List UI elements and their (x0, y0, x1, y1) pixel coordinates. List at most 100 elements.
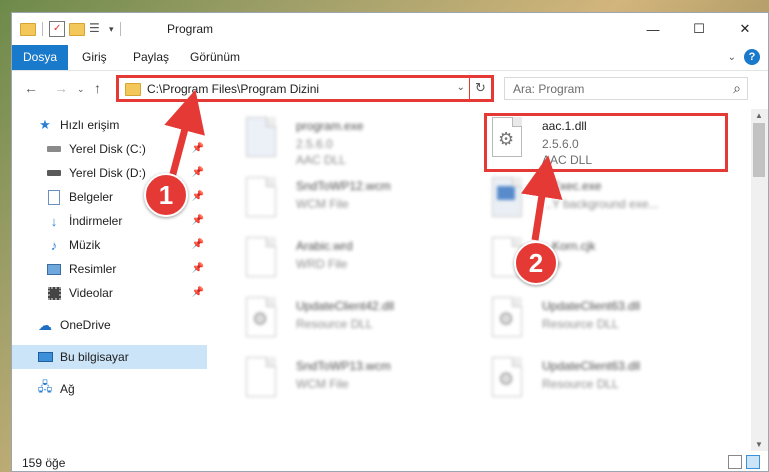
computer-icon (37, 349, 53, 365)
vertical-scrollbar[interactable]: ▲ ▼ (751, 109, 768, 451)
file-name: ...Exec.exe (542, 179, 602, 193)
close-button[interactable]: ✕ (722, 13, 768, 45)
file-item[interactable]: ...Exec.exe ...Y background exe... (492, 173, 732, 227)
divider (42, 22, 43, 36)
sidebar-item-label: Ağ (60, 382, 75, 396)
search-placeholder: Ara: Program (513, 82, 585, 96)
sidebar-item-this-pc[interactable]: Bu bilgisayar (12, 345, 207, 369)
dll-file-icon: ⚙ (492, 297, 528, 341)
step-marker-2: 2 (514, 241, 558, 285)
sidebar-item-label: Müzik (69, 238, 101, 252)
pin-icon[interactable]: 📌 (192, 191, 204, 202)
pin-icon[interactable]: 📌 (192, 167, 204, 178)
star-icon: ★ (39, 117, 51, 132)
sidebar-item-label: İndirmeler (69, 214, 123, 228)
file-type: ...Y background exe... (542, 197, 659, 211)
application-icon (492, 177, 528, 221)
customize-icon[interactable]: ☰ (89, 21, 105, 37)
file-name: Arabic.wrd (296, 239, 353, 253)
title-bar: ✓ ☰ ▾ Program — ☐ ✕ (12, 13, 768, 45)
ribbon: Dosya Giriş Paylaş Görünüm ⌄ ? (12, 45, 768, 71)
pictures-icon (46, 261, 62, 277)
sidebar-item-onedrive[interactable]: ☁ OneDrive (12, 313, 207, 337)
forward-arrow-icon[interactable]: → (54, 80, 68, 96)
back-arrow-icon[interactable]: ← (24, 80, 38, 96)
tab-home[interactable]: Giriş (82, 45, 107, 70)
minimize-button[interactable]: — (630, 13, 676, 45)
divider (119, 22, 121, 36)
file-name: program.exe (296, 119, 364, 133)
file-type: Resource DLL (542, 377, 619, 391)
pin-icon[interactable]: 📌 (192, 263, 204, 274)
tab-file[interactable]: Dosya (12, 45, 68, 70)
address-path[interactable]: C:\Program Files\Program Dizini (147, 82, 319, 96)
scroll-up-icon[interactable]: ▲ (755, 111, 763, 120)
pin-icon[interactable]: 📌 (192, 287, 204, 298)
address-bar[interactable]: C:\Program Files\Program Dizini ⌄ ↻ (116, 75, 494, 102)
navigation-pane: ★ Hızlı erişim Yerel Disk (C:) 📌 Yerel D… (12, 109, 207, 451)
sidebar-item-label: Resimler (69, 262, 117, 276)
drive-icon (46, 165, 62, 181)
tab-view[interactable]: Görünüm (190, 45, 240, 70)
maximize-button[interactable]: ☐ (676, 13, 722, 45)
search-icon[interactable]: ⌕ (733, 80, 741, 97)
tiles-view-icon[interactable] (746, 455, 760, 469)
file-item[interactable]: ⚙ UpdateClient63.dll Resource DLL (492, 293, 732, 347)
explorer-window: ✓ ☰ ▾ Program — ☐ ✕ Dosya Giriş Paylaş G… (11, 12, 769, 472)
download-icon: ↓ (50, 213, 58, 229)
sidebar-item-pictures[interactable]: Resimler 📌 (12, 257, 207, 281)
file-item[interactable]: SndToWP12.wcm WCM File (246, 173, 486, 227)
file-type: WRD File (296, 257, 348, 271)
expand-ribbon-icon[interactable]: ⌄ (728, 52, 736, 63)
scroll-down-icon[interactable]: ▼ (755, 440, 763, 449)
file-item[interactable]: program.exe 2.5.6.0 AAC DLL (246, 113, 486, 167)
refresh-icon[interactable]: ↻ (469, 77, 491, 100)
up-arrow-icon[interactable]: ↑ (94, 80, 101, 96)
recent-dropdown-icon[interactable]: ⌄ (77, 84, 85, 95)
file-icon (246, 237, 282, 281)
drive-icon (46, 141, 62, 157)
pin-icon[interactable]: 📌 (192, 215, 204, 226)
file-name: UpdateClient63.dll (542, 299, 641, 313)
search-input[interactable]: Ara: Program ⌕ (504, 77, 748, 100)
file-item[interactable]: ⚙ UpdateClient42.dll Resource DLL (246, 293, 486, 347)
details-view-icon[interactable] (728, 455, 742, 469)
file-version: 2.5.6.0 (296, 137, 333, 151)
item-count: 159 öğe (22, 456, 66, 470)
sidebar-item-label: Hızlı erişim (60, 118, 120, 132)
documents-icon (46, 189, 62, 205)
properties-icon[interactable]: ✓ (49, 21, 65, 37)
sidebar-item-disk-c[interactable]: Yerel Disk (C:) 📌 (12, 137, 207, 161)
chevron-down-icon[interactable]: ⌄ (457, 82, 465, 93)
file-icon (246, 177, 282, 221)
window-title: Program (167, 22, 214, 36)
file-item[interactable]: Arabic.wrd WRD File (246, 233, 486, 287)
tab-share[interactable]: Paylaş (133, 45, 169, 70)
pin-icon[interactable]: 📌 (192, 143, 204, 154)
ribbon-controls: ⌄ ? (728, 49, 760, 65)
status-bar: 159 öğe (12, 451, 768, 471)
chevron-down-icon[interactable]: ▾ (109, 24, 114, 35)
sidebar-item-music[interactable]: ♪ Müzik 📌 (12, 233, 207, 257)
cloud-icon: ☁ (38, 316, 52, 333)
sidebar-item-network[interactable]: 🖧 Ağ (12, 377, 207, 401)
file-item[interactable]: ⚙ UpdateClient63.dll Resource DLL (492, 353, 732, 407)
scroll-thumb[interactable] (753, 123, 765, 177)
application-icon (246, 117, 282, 161)
sidebar-item-label: Yerel Disk (C:) (69, 142, 146, 156)
pin-icon[interactable]: 📌 (192, 239, 204, 250)
help-icon[interactable]: ? (744, 49, 760, 65)
file-name: UpdateClient63.dll (542, 359, 641, 373)
file-item[interactable]: SndToWP13.wcm WCM File (246, 353, 486, 407)
gear-icon: ⚙ (498, 369, 515, 389)
sidebar-item-videos[interactable]: Videolar 📌 (12, 281, 207, 305)
file-type: WCM File (296, 377, 349, 391)
videos-icon (46, 285, 62, 301)
caption-buttons: — ☐ ✕ (630, 13, 768, 45)
view-switcher (728, 455, 760, 469)
sidebar-item-label: Videolar (69, 286, 113, 300)
sidebar-item-quick-access[interactable]: ★ Hızlı erişim (12, 113, 207, 137)
new-folder-icon[interactable] (69, 22, 85, 36)
sidebar-item-label: OneDrive (60, 318, 111, 332)
file-type: Resource DLL (542, 317, 619, 331)
